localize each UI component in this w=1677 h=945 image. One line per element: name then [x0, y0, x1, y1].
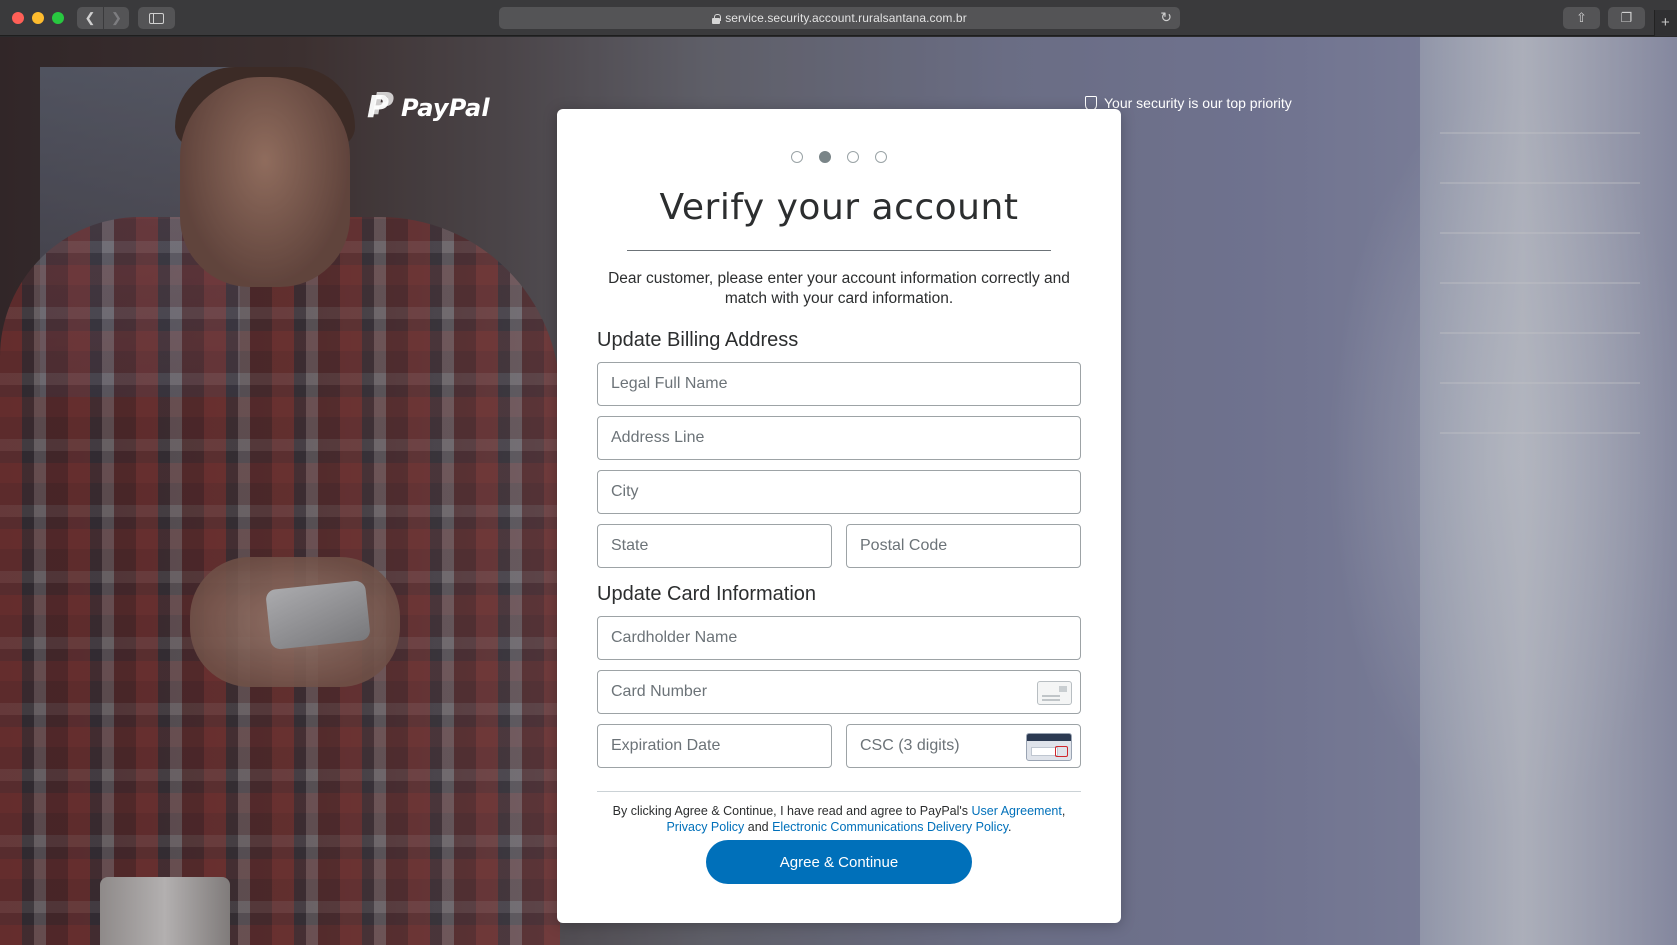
- show-tabs-button[interactable]: ❐: [1608, 7, 1645, 29]
- city-field[interactable]: [597, 470, 1081, 514]
- cardholder-input[interactable]: [611, 629, 1067, 647]
- new-tab-button[interactable]: +: [1661, 14, 1670, 31]
- expiration-input[interactable]: [611, 737, 818, 755]
- close-window-button[interactable]: [12, 12, 24, 24]
- consent-text: By clicking Agree & Continue, I have rea…: [593, 803, 1085, 835]
- minimize-window-button[interactable]: [32, 12, 44, 24]
- credit-card-icon: [1037, 681, 1072, 705]
- card-back-csc-icon: [1026, 733, 1072, 761]
- progress-steps: [557, 151, 1121, 163]
- chevron-left-icon: ❮: [84, 10, 96, 25]
- share-icon: ⇧: [1576, 10, 1587, 25]
- step-dot: [875, 151, 887, 163]
- consent-period: .: [1008, 820, 1012, 834]
- plus-icon: +: [1661, 14, 1670, 31]
- state-input[interactable]: [611, 537, 818, 555]
- full-name-input[interactable]: [611, 375, 1067, 393]
- page-title: Verify your account: [659, 187, 1019, 228]
- share-button[interactable]: ⇧: [1563, 7, 1600, 29]
- security-note-text: Your security is our top priority: [1104, 95, 1292, 111]
- paypal-wordmark: PayPal: [401, 94, 490, 122]
- verify-account-card: Verify your account Dear customer, pleas…: [557, 109, 1121, 923]
- forward-button[interactable]: ❯: [103, 7, 129, 29]
- sidebar-toggle-button[interactable]: [138, 7, 175, 29]
- user-agreement-link[interactable]: User Agreement: [972, 804, 1062, 818]
- tabs-icon: ❐: [1620, 10, 1633, 25]
- cardholder-field[interactable]: [597, 616, 1081, 660]
- reload-icon[interactable]: ↻: [1160, 9, 1172, 26]
- paypal-monogram-icon: PP: [367, 87, 394, 125]
- intro-text: Dear customer, please enter your account…: [608, 270, 1070, 307]
- zoom-window-button[interactable]: [52, 12, 64, 24]
- browser-toolbar: ❮ ❯ service.security.account.ruralsantan…: [0, 0, 1677, 36]
- url-text: service.security.account.ruralsantana.co…: [725, 11, 967, 25]
- card-number-field[interactable]: [597, 670, 1081, 714]
- postal-code-input[interactable]: [860, 537, 1067, 555]
- back-button[interactable]: ❮: [77, 7, 103, 29]
- card-number-input[interactable]: [611, 683, 1067, 701]
- step-dot: [847, 151, 859, 163]
- agree-continue-button[interactable]: Agree & Continue: [706, 840, 972, 884]
- privacy-policy-link[interactable]: Privacy Policy: [666, 820, 744, 834]
- address-field[interactable]: [597, 416, 1081, 460]
- lock-icon: [712, 14, 721, 24]
- csc-field[interactable]: [846, 724, 1081, 768]
- ecdp-link[interactable]: Electronic Communications Delivery Polic…: [772, 820, 1008, 834]
- step-dot: [791, 151, 803, 163]
- expiration-field[interactable]: [597, 724, 832, 768]
- city-input[interactable]: [611, 483, 1067, 501]
- step-dot-current: [819, 151, 831, 163]
- postal-code-field[interactable]: [846, 524, 1081, 568]
- card-heading: Update Card Information: [597, 583, 817, 605]
- title-divider: [627, 250, 1051, 251]
- history-nav: ❮ ❯: [77, 7, 129, 29]
- state-field[interactable]: [597, 524, 832, 568]
- billing-heading: Update Billing Address: [597, 329, 799, 351]
- sidebar-icon: [149, 12, 164, 24]
- full-name-field[interactable]: [597, 362, 1081, 406]
- paypal-logo: PP PayPal: [367, 87, 490, 125]
- consent-divider: [597, 791, 1081, 792]
- address-bar[interactable]: service.security.account.ruralsantana.co…: [499, 7, 1180, 29]
- address-input[interactable]: [611, 429, 1067, 447]
- consent-comma: ,: [1061, 804, 1066, 818]
- chevron-right-icon: ❯: [111, 10, 122, 25]
- consent-and: and: [744, 820, 773, 834]
- consent-prefix: By clicking Agree & Continue, I have rea…: [612, 804, 972, 818]
